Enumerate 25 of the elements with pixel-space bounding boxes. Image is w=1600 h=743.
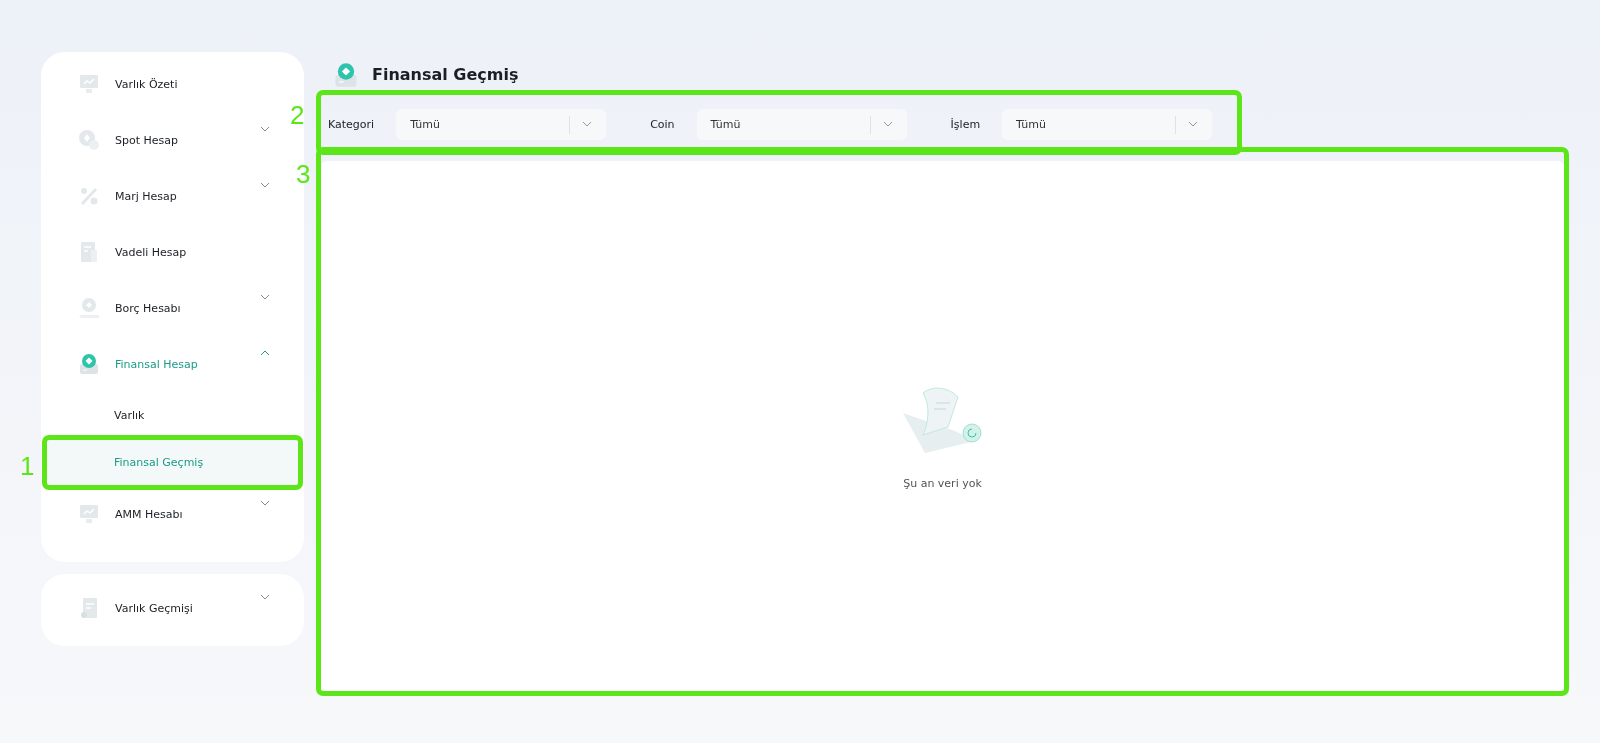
chart-monitor-icon xyxy=(77,72,101,96)
sidebar-item[interactable]: Finansal Hesap xyxy=(46,336,299,392)
chart-monitor-icon xyxy=(77,502,101,526)
page-title: Finansal Geçmiş xyxy=(372,65,519,84)
dropdown[interactable]: Tümü xyxy=(696,109,907,140)
coin-hand-icon xyxy=(77,296,101,320)
filter-label: Coin xyxy=(650,118,675,131)
empty-state-message: Şu an veri yok xyxy=(903,477,982,490)
caret-icon xyxy=(582,120,593,128)
filter-label: Kategori xyxy=(328,118,375,131)
finance-wallet-icon xyxy=(77,352,101,376)
sidebar-item[interactable]: AMM Hesabı xyxy=(46,486,299,542)
annotation-number: 1 xyxy=(20,453,35,479)
dropdown[interactable]: Tümü xyxy=(1002,109,1213,140)
dropdown[interactable]: Tümü xyxy=(396,109,607,140)
sidebar-subitem[interactable]: Varlık xyxy=(46,392,299,439)
caret-icon xyxy=(1188,120,1199,128)
filter-label: İşlem xyxy=(950,118,981,131)
annotation-number: 3 xyxy=(296,161,311,187)
sidebar-item[interactable]: Borç Hesabı xyxy=(46,280,299,336)
sidebar-item[interactable]: Varlık Geçmişi xyxy=(46,580,299,636)
caret-icon xyxy=(882,120,893,128)
sidebar-item[interactable]: Vadeli Hesap xyxy=(46,224,299,280)
coins-icon xyxy=(77,128,101,152)
annotation-number: 2 xyxy=(290,102,305,128)
